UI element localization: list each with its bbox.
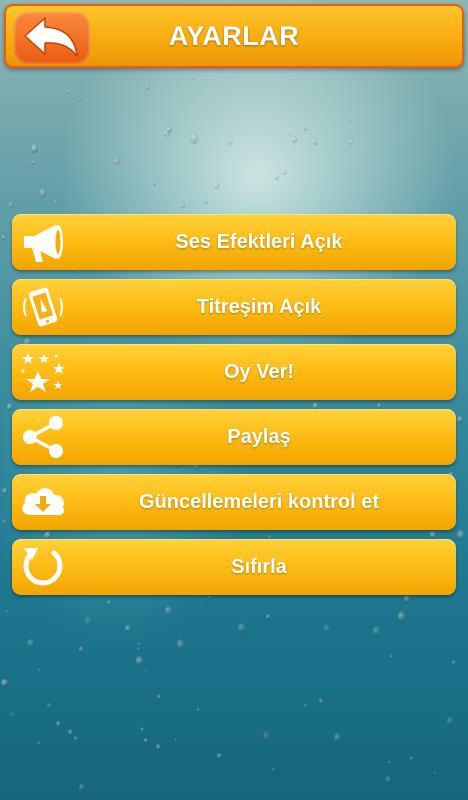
raindrop: [157, 694, 162, 700]
raindrop: [179, 203, 185, 209]
raindrop: [1, 518, 7, 525]
raindrop: [204, 197, 208, 204]
reset-button[interactable]: Sıfırla: [12, 539, 456, 595]
raindrop: [312, 139, 318, 146]
raindrop: [73, 736, 78, 742]
raindrop: [85, 616, 92, 626]
raindrop: [145, 669, 148, 673]
raindrop: [451, 659, 456, 665]
raindrop: [333, 733, 342, 744]
raindrop: [447, 716, 453, 725]
raindrop: [143, 737, 149, 743]
raindrop: [160, 83, 164, 88]
raindrop: [323, 624, 331, 633]
raindrop: [166, 125, 172, 133]
raindrop: [196, 707, 200, 712]
raindrop: [317, 198, 322, 203]
header-bar: AYARLAR: [4, 4, 464, 68]
check-updates-label: Güncellemeleri kontrol et: [138, 491, 380, 513]
raindrop: [288, 132, 292, 136]
raindrop: [113, 158, 120, 165]
raindrop: [349, 139, 354, 146]
raindrop: [136, 656, 144, 666]
raindrop: [46, 702, 52, 709]
check-updates-button[interactable]: Güncellemeleri kontrol et: [12, 474, 456, 530]
raindrop: [55, 720, 61, 728]
raindrop: [77, 97, 82, 103]
raindrop: [1, 679, 9, 688]
raindrop: [390, 655, 394, 659]
raindrop: [67, 728, 73, 736]
raindrop: [65, 89, 70, 94]
raindrop: [281, 169, 287, 176]
raindrop: [9, 711, 14, 718]
raindrop: [388, 760, 391, 764]
raindrop: [263, 731, 271, 742]
raindrop: [78, 783, 85, 791]
sound-effects-label: Ses Efektleri Açık: [175, 231, 343, 253]
raindrop: [141, 727, 145, 733]
raindrop: [165, 605, 173, 617]
rate-button[interactable]: Oy Ver!: [12, 344, 456, 400]
raindrop: [291, 136, 297, 143]
raindrop: [265, 614, 270, 621]
page-title: AYARLAR: [168, 21, 300, 51]
raindrop: [349, 118, 353, 122]
raindrop: [38, 667, 42, 673]
raindrop: [393, 90, 396, 95]
raindrop: [156, 743, 161, 751]
raindrop: [36, 740, 41, 746]
raindrop: [31, 144, 39, 154]
raindrop: [397, 611, 406, 624]
vibration-label: Titreşim Açık: [196, 296, 322, 318]
raindrop: [145, 85, 149, 90]
raindrop: [8, 202, 15, 209]
raindrop: [136, 647, 140, 652]
raindrop: [456, 415, 464, 424]
share-label: Paylaş: [227, 426, 291, 448]
raindrop: [433, 772, 437, 776]
rate-label: Oy Ver!: [223, 361, 295, 383]
raindrop: [136, 642, 141, 648]
raindrop: [226, 137, 233, 146]
raindrop: [190, 132, 199, 144]
raindrop: [303, 702, 308, 708]
raindrop: [372, 625, 380, 637]
raindrop: [191, 76, 195, 80]
raindrop: [174, 737, 178, 741]
raindrop: [365, 87, 369, 91]
raindrop: [5, 610, 9, 614]
sound-effects-button[interactable]: Ses Efektleri Açık: [12, 214, 456, 270]
raindrop: [217, 752, 222, 759]
raindrop: [409, 756, 414, 761]
share-button[interactable]: Paylaş: [12, 409, 456, 465]
raindrop: [30, 160, 35, 165]
raindrop: [319, 698, 324, 705]
raindrop: [152, 181, 157, 186]
raindrop: [176, 639, 184, 651]
raindrop: [238, 622, 246, 633]
raindrop: [383, 680, 386, 684]
vibration-button[interactable]: Titreşim Açık: [12, 279, 456, 335]
raindrop: [271, 768, 275, 773]
raindrop: [78, 646, 83, 653]
raindrop: [2, 488, 9, 495]
raindrop: [384, 775, 393, 784]
raindrop: [303, 125, 308, 131]
raindrop: [1, 234, 6, 240]
raindrop: [26, 638, 35, 649]
reset-label: Sıfırla: [231, 556, 287, 578]
raindrop: [124, 625, 132, 633]
settings-menu: Ses Efektleri Açık Titreşim Açık Oy Ver!…: [12, 214, 456, 604]
raindrop: [162, 129, 171, 138]
raindrop: [213, 183, 220, 189]
raindrop: [39, 188, 47, 198]
raindrop: [54, 199, 59, 204]
raindrop: [457, 529, 465, 540]
raindrop: [275, 173, 279, 180]
